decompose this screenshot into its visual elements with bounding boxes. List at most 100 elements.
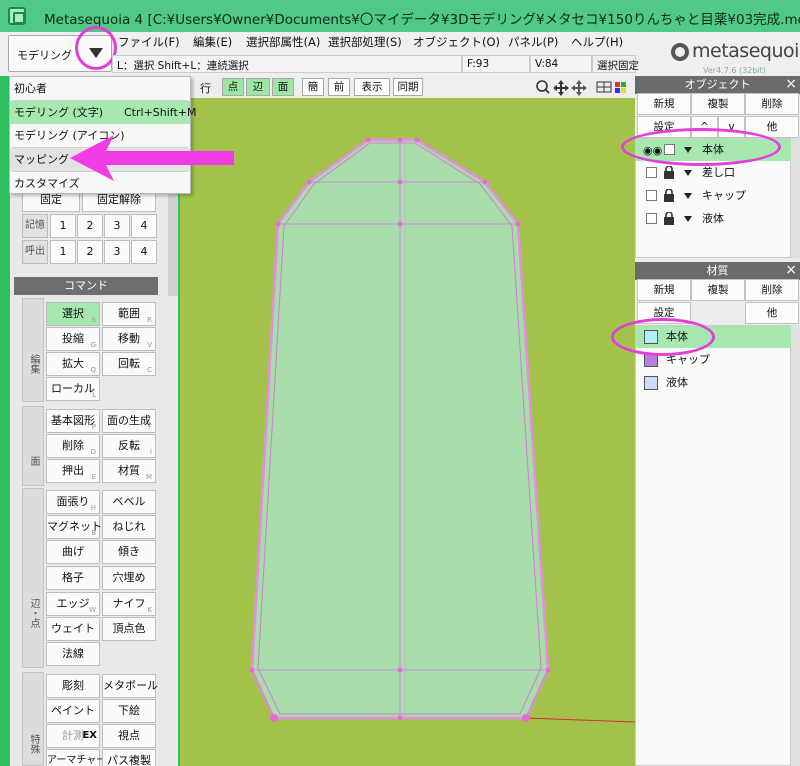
collapse-triangle-icon[interactable] [684, 193, 692, 199]
object-duplicate-button[interactable]: 複製 [691, 93, 745, 115]
bend-command-button[interactable]: 曲げ [46, 540, 100, 564]
object-item-liquid[interactable]: 液体 [636, 208, 791, 230]
flip-command-label: 反転 [118, 439, 140, 452]
simple-button[interactable]: 簡 [302, 78, 324, 96]
display-button[interactable]: 表示 [354, 78, 390, 96]
viewpoint-command-button[interactable]: 視点 [102, 724, 156, 748]
delete-command-button[interactable]: 削除 D [46, 434, 100, 458]
face-fill-command-button[interactable]: 面張り H [46, 490, 100, 514]
menu-edit[interactable]: 編集(E) [193, 34, 232, 50]
menu-object[interactable]: オブジェクト(O) [413, 34, 500, 50]
path-duplicate-command-button[interactable]: パス複製 [102, 749, 156, 766]
face-mode-button[interactable]: 面 [272, 78, 294, 96]
display-color-icon[interactable] [615, 82, 626, 93]
move-view-icon[interactable] [553, 80, 569, 96]
object-visible-checkbox[interactable] [646, 167, 657, 178]
screen-layout-icon[interactable] [596, 81, 612, 93]
collapse-triangle-icon[interactable] [684, 170, 692, 176]
projection-command-button[interactable]: 投縮 G [46, 327, 100, 351]
mode-option-modeling-text-label: モデリング (文字) [14, 106, 104, 119]
mode-option-beginner[interactable]: 初心者 [10, 77, 190, 100]
recall-slot-1[interactable]: 1 [50, 240, 76, 264]
edge-shortcut: W [89, 606, 96, 614]
material-list-scrollbar[interactable] [791, 325, 800, 766]
twist-command-button[interactable]: ねじれ [102, 515, 156, 539]
toolbar-partial-label: 行 [200, 82, 211, 95]
lock-icon[interactable] [664, 212, 674, 225]
close-icon[interactable]: × [785, 76, 797, 93]
range-command-button[interactable]: 範囲 R [102, 302, 156, 326]
collapse-triangle-icon[interactable] [684, 216, 692, 222]
material-new-button[interactable]: 新規 [637, 279, 691, 301]
object-visible-checkbox[interactable] [646, 213, 657, 224]
menu-help[interactable]: ヘルプ(H) [571, 34, 623, 50]
lattice-command-button[interactable]: 格子 [46, 566, 100, 590]
sculpt-command-button[interactable]: 彫刻 [46, 674, 100, 698]
flip-shortcut: I [149, 448, 152, 456]
local-shortcut: L [92, 391, 96, 399]
flip-command-button[interactable]: 反転 I [102, 434, 156, 458]
tilt-command-button[interactable]: 傾き [102, 540, 156, 564]
menu-selection-attributes[interactable]: 選択部属性(A) [246, 34, 320, 50]
object-visible-checkbox[interactable] [646, 190, 657, 201]
object-delete-button[interactable]: 削除 [745, 93, 799, 115]
menu-file[interactable]: ファイル(F) [118, 34, 180, 50]
selection-lock-button[interactable]: 選択固定 [592, 55, 639, 73]
vertex-mode-button[interactable]: 点 [222, 78, 244, 96]
edge-command-button[interactable]: エッジ W [46, 592, 100, 616]
object-new-button[interactable]: 新規 [637, 93, 691, 115]
face-fill-command-label: 面張り [56, 495, 90, 508]
move-command-button[interactable]: 移動 V [102, 327, 156, 351]
menu-panel[interactable]: パネル(P) [508, 34, 558, 50]
close-icon[interactable]: × [785, 262, 797, 279]
object-name: キャップ [702, 189, 746, 202]
bevel-command-button[interactable]: ベベル [102, 490, 156, 514]
rotate-command-button[interactable]: 回転 C [102, 352, 156, 376]
recall-slot-3[interactable]: 3 [104, 240, 130, 264]
material-duplicate-button[interactable]: 複製 [691, 279, 745, 301]
memory-slot-3[interactable]: 3 [104, 214, 130, 238]
lock-icon[interactable] [664, 189, 674, 202]
material-name: 液体 [666, 376, 688, 389]
mode-option-modeling-text[interactable]: モデリング (文字) Ctrl+Shift+M [10, 101, 197, 124]
material-command-button[interactable]: 材質 M [102, 459, 156, 483]
memory-slot-2[interactable]: 2 [77, 214, 103, 238]
local-command-button[interactable]: ローカル L [46, 377, 100, 401]
knife-command-button[interactable]: ナイフ K [102, 592, 156, 616]
logo: metasequoia4 [668, 40, 800, 66]
fill-hole-command-button[interactable]: 穴埋め [102, 566, 156, 590]
left-scrollbar[interactable] [168, 186, 178, 296]
armature-command-button[interactable]: アーマチャー [46, 749, 106, 766]
paint-command-button[interactable]: ペイント [46, 699, 100, 723]
create-face-command-button[interactable]: 面の生成 F [102, 409, 156, 433]
metaball-command-button[interactable]: メタボール [102, 674, 158, 698]
mode-option-mapping-label: マッピング [14, 153, 69, 166]
material-item-liquid[interactable]: 液体 [636, 372, 791, 394]
object-item-cap[interactable]: キャップ [636, 185, 791, 207]
memory-slot-1[interactable]: 1 [50, 214, 76, 238]
select-command-button[interactable]: 選択 S [46, 302, 100, 326]
lock-icon[interactable] [664, 166, 674, 179]
measure-command-button[interactable]: 計測 EX [46, 724, 100, 748]
front-button[interactable]: 前 [328, 78, 350, 96]
underlay-command-button[interactable]: 下絵 [102, 699, 156, 723]
recall-slot-4[interactable]: 4 [131, 240, 157, 264]
object-list-scrollbar[interactable] [791, 138, 800, 258]
scale-command-button[interactable]: 拡大 Q [46, 352, 100, 376]
sync-button[interactable]: 同期 [393, 78, 423, 96]
magnet-command-button[interactable]: マグネット B [46, 515, 102, 539]
material-other-button[interactable]: 他 [745, 302, 799, 324]
menu-selection-process[interactable]: 選択部処理(S) [328, 34, 402, 50]
weight-command-button[interactable]: ウェイト [46, 617, 100, 641]
memory-slot-4[interactable]: 4 [131, 214, 157, 238]
normal-command-button[interactable]: 法線 [46, 642, 100, 666]
vertex-color-command-button[interactable]: 頂点色 [102, 617, 156, 641]
primitive-command-button[interactable]: 基本図形 P [46, 409, 100, 433]
extrude-command-button[interactable]: 押出 E [46, 459, 100, 483]
rotate-view-icon[interactable] [571, 80, 587, 96]
recall-slot-2[interactable]: 2 [77, 240, 103, 264]
search-icon[interactable] [536, 80, 550, 94]
3d-viewport[interactable] [180, 98, 635, 766]
edge-mode-button[interactable]: 辺 [246, 78, 270, 96]
material-delete-button[interactable]: 削除 [745, 279, 799, 301]
